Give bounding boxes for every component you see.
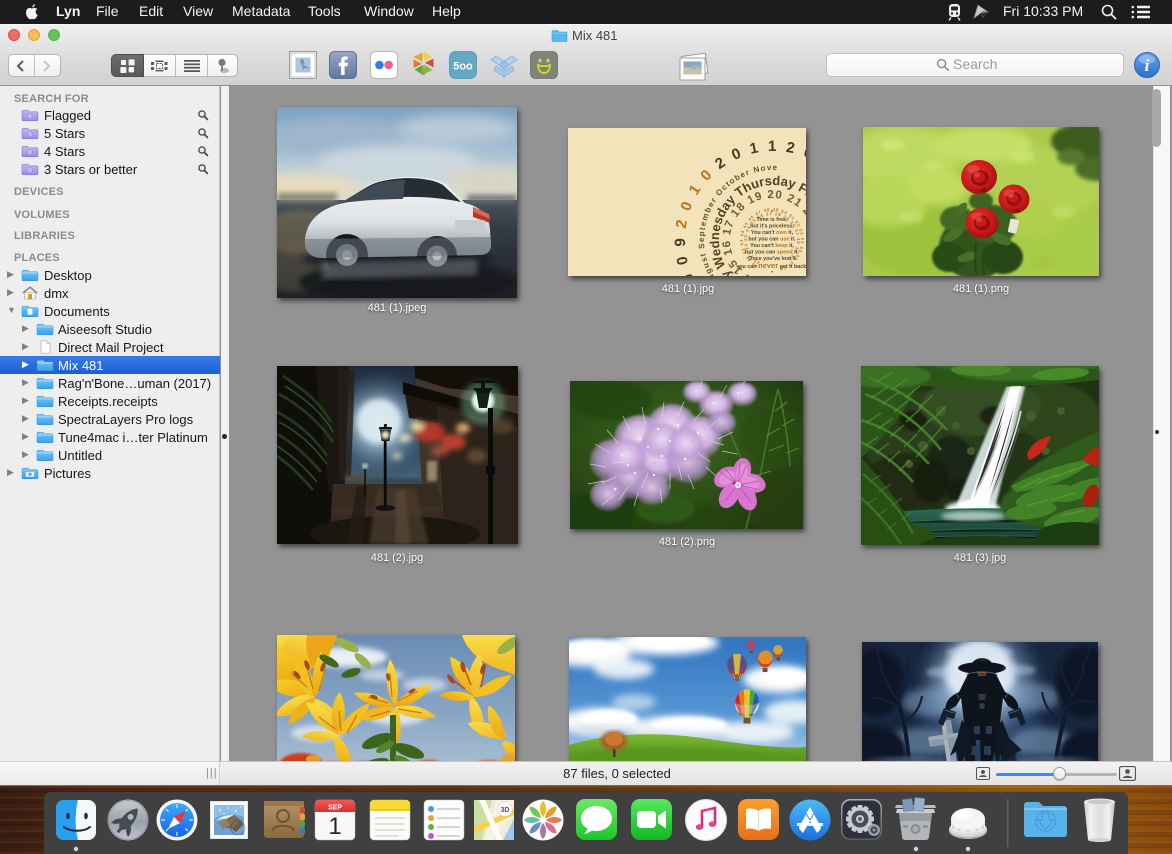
svg-text:You can't own it,: You can't own it, — [751, 230, 794, 236]
svg-text:”: ” — [771, 271, 774, 276]
svg-text:but it's priceless.: but it's priceless. — [750, 224, 794, 230]
svg-text:but you can spend it.: but you can spend it. — [745, 250, 799, 256]
svg-text:3D: 3D — [501, 807, 510, 814]
svg-text:but you can use it.: but you can use it. — [748, 237, 796, 243]
svg-text:i: i — [1145, 56, 1150, 75]
svg-text:SEP: SEP — [328, 805, 342, 812]
svg-text:You can't keep it,: You can't keep it, — [750, 243, 794, 249]
svg-text:Time is free,: Time is free, — [756, 217, 788, 223]
svg-text:“: “ — [771, 210, 774, 216]
svg-text:1: 1 — [328, 813, 341, 840]
svg-text:5oo: 5oo — [453, 61, 473, 73]
